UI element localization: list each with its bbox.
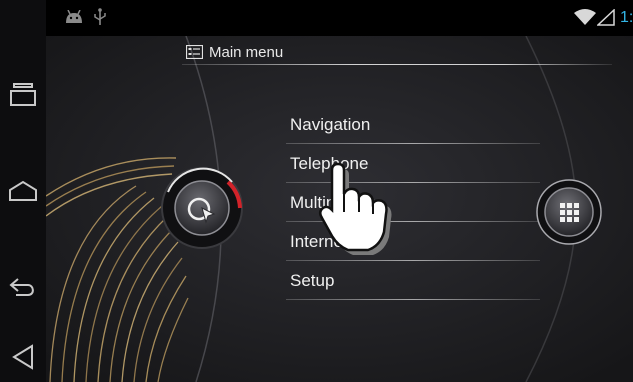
menu-divider <box>286 299 540 300</box>
wifi-icon <box>574 9 596 31</box>
home-icon[interactable] <box>6 174 40 208</box>
menu-item-setup[interactable]: Setup <box>286 268 540 307</box>
grid-menu-icon <box>560 203 579 222</box>
android-debug-icon <box>64 9 84 29</box>
menu-divider <box>286 143 540 144</box>
back-icon[interactable] <box>6 270 40 304</box>
menu-item-label: Navigation <box>290 115 371 134</box>
page-title: Main menu <box>209 43 284 61</box>
navigation-shortcut-button[interactable] <box>158 164 246 252</box>
menu-grid-button[interactable] <box>534 177 604 247</box>
main-menu-icon <box>186 45 203 59</box>
touch-hand-icon <box>319 162 392 255</box>
usb-icon <box>94 8 106 31</box>
header-divider <box>182 64 612 65</box>
android-nav-bar <box>0 0 46 382</box>
menu-item-navigation[interactable]: Navigation <box>286 112 540 151</box>
screen: 1:54 <box>0 0 633 382</box>
recent-apps-icon[interactable] <box>6 78 40 112</box>
menu-item-label: Setup <box>290 271 335 290</box>
status-clock: 1:54 <box>620 9 633 26</box>
signal-icon <box>596 8 615 31</box>
status-bar: 1:54 <box>46 0 633 36</box>
page-header: Main menu <box>186 40 283 64</box>
main-menu-screen: Main menu Navigation Telephone Multimedi… <box>46 36 633 382</box>
volume-icon[interactable] <box>6 340 40 374</box>
